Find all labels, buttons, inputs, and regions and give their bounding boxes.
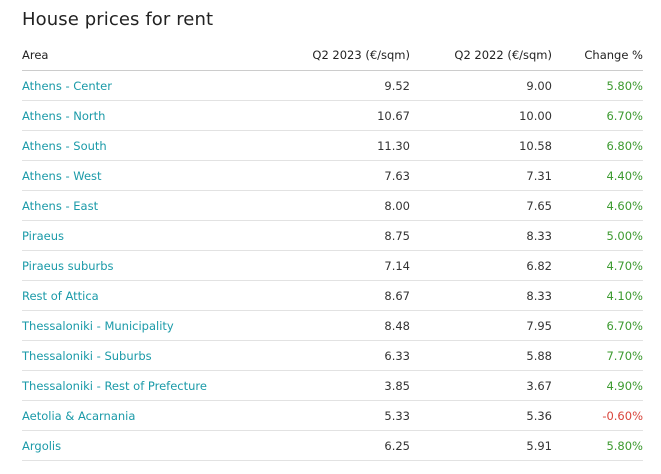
q2-2022-cell: 8.33	[410, 220, 552, 251]
area-cell: Thessaloniki - Municipality	[22, 310, 278, 341]
area-link[interactable]: Athens - Center	[22, 79, 112, 93]
table-row: Aetolia & Acarnania 5.33 5.36 -0.60%	[22, 400, 643, 431]
change-cell: 5.80%	[552, 430, 643, 461]
area-link[interactable]: Thessaloniki - Rest of Prefecture	[22, 379, 207, 393]
change-cell: 4.40%	[552, 160, 643, 191]
change-cell: 4.60%	[552, 190, 643, 221]
area-link[interactable]: Athens - South	[22, 139, 107, 153]
change-cell: -0.60%	[552, 400, 643, 431]
column-header-change: Change %	[552, 40, 643, 71]
area-cell: Athens - East	[22, 190, 278, 221]
q2-2023-cell: 8.75	[278, 220, 410, 251]
column-header-area: Area	[22, 40, 278, 71]
q2-2022-cell: 9.00	[410, 70, 552, 101]
area-cell: Rest of Attica	[22, 280, 278, 311]
q2-2022-cell: 6.82	[410, 250, 552, 281]
q2-2023-cell: 11.30	[278, 130, 410, 161]
area-link[interactable]: Athens - North	[22, 109, 105, 123]
area-link[interactable]: Thessaloniki - Municipality	[22, 319, 174, 333]
area-cell: Thessaloniki - Suburbs	[22, 340, 278, 371]
q2-2022-cell: 5.36	[410, 400, 552, 431]
change-cell: 6.70%	[552, 100, 643, 131]
area-cell: Piraeus suburbs	[22, 250, 278, 281]
q2-2023-cell: 8.67	[278, 280, 410, 311]
area-cell: Argolis	[22, 430, 278, 461]
q2-2022-cell: 7.31	[410, 160, 552, 191]
change-cell: 6.70%	[552, 310, 643, 341]
q2-2022-cell: 3.67	[410, 370, 552, 401]
area-cell: Athens - Center	[22, 70, 278, 101]
table-row: Piraeus suburbs 7.14 6.82 4.70%	[22, 250, 643, 281]
change-cell: 7.70%	[552, 340, 643, 371]
q2-2023-cell: 5.33	[278, 400, 410, 431]
q2-2023-cell: 10.67	[278, 100, 410, 131]
page-title: House prices for rent	[22, 9, 214, 30]
area-cell: Thessaloniki - Rest of Prefecture	[22, 370, 278, 401]
change-cell: 4.10%	[552, 280, 643, 311]
change-cell: 4.70%	[552, 250, 643, 281]
table-row: Thessaloniki - Rest of Prefecture 3.85 3.6…	[22, 370, 643, 401]
column-header-q2-2022: Q2 2022 (€/sqm)	[410, 40, 552, 71]
q2-2023-cell: 7.14	[278, 250, 410, 281]
table-row: Piraeus 8.75 8.33 5.00%	[22, 220, 643, 251]
q2-2023-cell: 3.85	[278, 370, 410, 401]
area-link[interactable]: Aetolia & Acarnania	[22, 409, 135, 423]
area-cell: Piraeus	[22, 220, 278, 251]
q2-2022-cell: 10.00	[410, 100, 552, 131]
table-row: Rest of Attica 8.67 8.33 4.10%	[22, 280, 643, 311]
q2-2022-cell: 10.58	[410, 130, 552, 161]
q2-2023-cell: 8.48	[278, 310, 410, 341]
table-row: Athens - South 11.30 10.58 6.80%	[22, 130, 643, 161]
area-cell: Athens - West	[22, 160, 278, 191]
change-cell: 6.80%	[552, 130, 643, 161]
area-link[interactable]: Thessaloniki - Suburbs	[22, 349, 152, 363]
area-link[interactable]: Piraeus suburbs	[22, 259, 114, 273]
change-cell: 4.90%	[552, 370, 643, 401]
table-row: Athens - Center 9.52 9.00 5.80%	[22, 70, 643, 101]
rent-prices-table: Area Q2 2023 (€/sqm) Q2 2022 (€/sqm) Cha…	[22, 40, 643, 461]
table-body: Athens - Center 9.52 9.00 5.80% Athens - Nor…	[22, 70, 643, 461]
q2-2023-cell: 7.63	[278, 160, 410, 191]
change-cell: 5.80%	[552, 70, 643, 101]
q2-2022-cell: 8.33	[410, 280, 552, 311]
q2-2022-cell: 7.95	[410, 310, 552, 341]
q2-2023-cell: 6.25	[278, 430, 410, 461]
q2-2023-cell: 9.52	[278, 70, 410, 101]
area-link[interactable]: Athens - East	[22, 199, 98, 213]
q2-2022-cell: 7.65	[410, 190, 552, 221]
q2-2023-cell: 6.33	[278, 340, 410, 371]
table-row: Thessaloniki - Suburbs 6.33 5.88 7.70%	[22, 340, 643, 371]
page: House prices for rent Area Q2 2023 (€/sq…	[0, 0, 661, 474]
q2-2022-cell: 5.88	[410, 340, 552, 371]
area-cell: Athens - South	[22, 130, 278, 161]
area-link[interactable]: Piraeus	[22, 229, 64, 243]
column-header-q2-2023: Q2 2023 (€/sqm)	[278, 40, 410, 71]
area-link[interactable]: Athens - West	[22, 169, 102, 183]
table-row: Athens - East 8.00 7.65 4.60%	[22, 190, 643, 221]
table-row: Argolis 6.25 5.91 5.80%	[22, 430, 643, 461]
q2-2023-cell: 8.00	[278, 190, 410, 221]
table-row: Athens - North 10.67 10.00 6.70%	[22, 100, 643, 131]
q2-2022-cell: 5.91	[410, 430, 552, 461]
table-header-row: Area Q2 2023 (€/sqm) Q2 2022 (€/sqm) Cha…	[22, 40, 643, 71]
area-cell: Aetolia & Acarnania	[22, 400, 278, 431]
table-row: Athens - West 7.63 7.31 4.40%	[22, 160, 643, 191]
area-link[interactable]: Argolis	[22, 439, 61, 453]
area-cell: Athens - North	[22, 100, 278, 131]
table-row: Thessaloniki - Municipality 8.48 7.95 6.70%	[22, 310, 643, 341]
change-cell: 5.00%	[552, 220, 643, 251]
area-link[interactable]: Rest of Attica	[22, 289, 99, 303]
